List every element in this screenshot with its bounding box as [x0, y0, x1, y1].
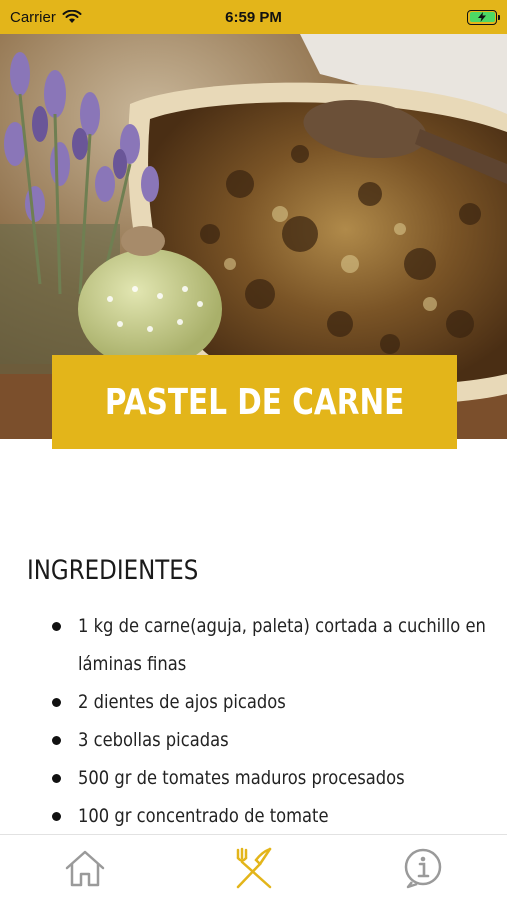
ingredient-item: 500 gr de tomates maduros procesados [52, 759, 497, 797]
info-icon [404, 848, 441, 888]
ingredient-item: 3 cebollas picadas [52, 721, 497, 759]
ingredient-item: 2 dientes de ajos picados [52, 683, 497, 721]
fork-knife-icon [236, 847, 271, 888]
home-icon [65, 850, 104, 886]
battery-charging-icon [467, 9, 500, 25]
recipe-title: PASTEL DE CARNE [104, 381, 405, 423]
status-left: Carrier [10, 9, 82, 26]
ingredient-item: 100 gr concentrado de tomate [52, 797, 497, 835]
tab-recipes[interactable] [224, 843, 284, 893]
tab-home[interactable] [55, 843, 115, 893]
bolt-icon [478, 12, 486, 22]
carrier-label: Carrier [10, 8, 56, 26]
tab-info[interactable] [393, 843, 453, 893]
wifi-icon [62, 10, 82, 23]
ingredients-heading: INGREDIENTES [27, 555, 199, 586]
status-bar: Carrier 6:59 PM [0, 0, 507, 34]
recipe-title-banner: PASTEL DE CARNE [52, 355, 457, 449]
ingredients-list: 1 kg de carne(aguja, paleta) cortada a c… [52, 607, 497, 835]
battery-level [469, 12, 495, 22]
tab-bar [0, 834, 507, 900]
ingredient-item: 1 kg de carne(aguja, paleta) cortada a c… [52, 607, 497, 683]
